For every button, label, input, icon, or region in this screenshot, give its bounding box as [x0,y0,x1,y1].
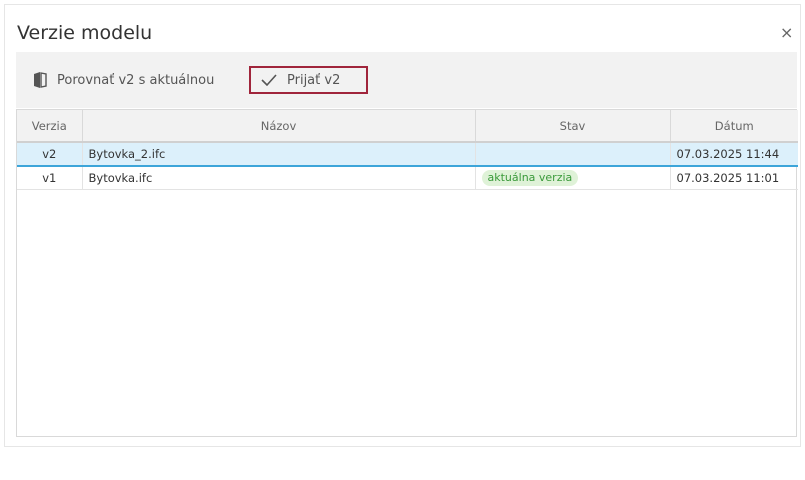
compare-versions-button[interactable]: Porovnať v2 s aktuálnou [33,66,214,94]
cell-date: 07.03.2025 11:01 [670,166,798,190]
compare-files-icon [33,72,47,88]
cell-version: v2 [17,142,83,167]
status-badge: aktuálna verzia [481,170,579,186]
column-header-version[interactable]: Verzia [17,110,83,143]
toolbar: Porovnať v2 s aktuálnou Prijať v2 [16,52,797,108]
table-row[interactable]: v1 Bytovka.ifc aktuálna verzia 07.03.202… [17,166,798,190]
version-dialog: Verzie modelu × Porovnať v2 s aktuálnou … [4,4,801,447]
cell-name: Bytovka_2.ifc [82,142,476,167]
column-header-date[interactable]: Dátum [670,110,798,143]
cell-name: Bytovka.ifc [82,166,476,190]
column-header-name[interactable]: Názov [82,110,476,143]
checkmark-icon [261,74,277,87]
cell-date: 07.03.2025 11:44 [670,142,798,167]
table-row[interactable]: v2 Bytovka_2.ifc 07.03.2025 11:44 [17,142,798,167]
accept-button-label: Prijať v2 [287,72,341,88]
column-header-status[interactable]: Stav [475,110,671,143]
versions-table: Verzia Názov Stav Dátum v2 Bytovka_2.ifc… [16,109,798,437]
cell-status [475,142,671,167]
cell-status: aktuálna verzia [475,166,671,190]
cell-version: v1 [17,166,83,190]
dialog-title: Verzie modelu [17,22,153,44]
compare-button-label: Porovnať v2 s aktuálnou [57,72,215,88]
table-header-row: Verzia Názov Stav Dátum [17,110,798,143]
close-icon[interactable]: × [780,25,793,41]
accept-version-button[interactable]: Prijať v2 [249,66,368,94]
